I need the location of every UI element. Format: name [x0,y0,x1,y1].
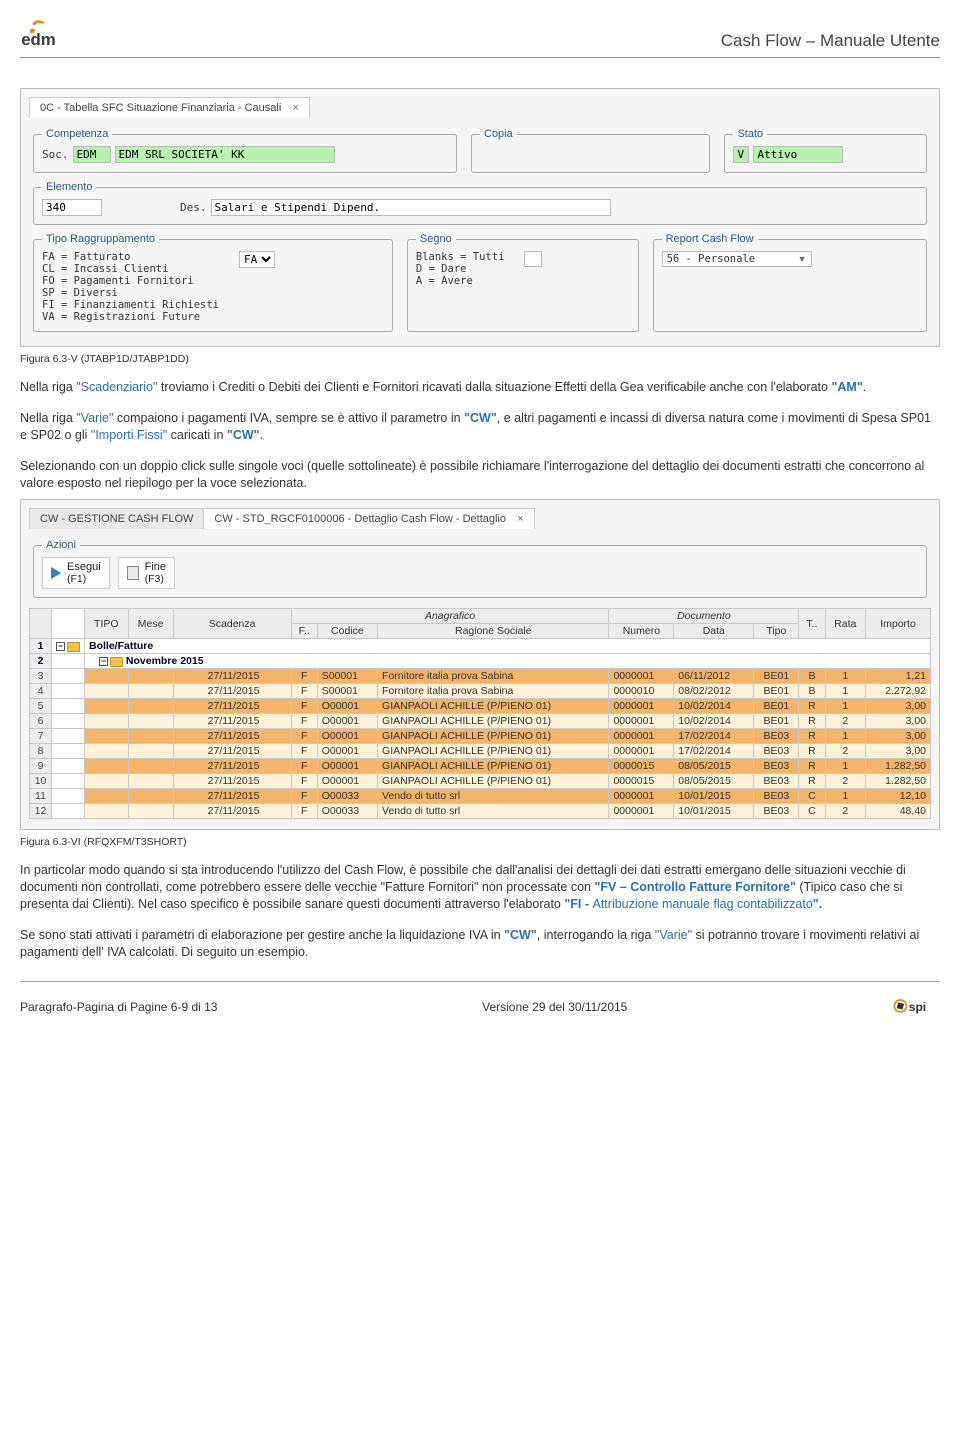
soc-label: Soc. [42,148,69,161]
table-row[interactable]: 1227/11/2015FO00033Vendo di tutto srl000… [30,804,931,819]
table-row[interactable]: 1127/11/2015FO00033Vendo di tutto srl000… [30,789,931,804]
fs-elemento-legend: Elemento [42,181,96,193]
tab-label: CW - STD_RGCF0100006 - Dettaglio Cash Fl… [214,513,506,525]
table-row[interactable]: 1 − Bolle/Fatture [30,639,931,654]
stato-desc-input[interactable] [753,146,843,163]
tipo-lines: FA = Fatturato CL = Incassi Clienti FO =… [42,251,219,323]
footer-left: Paragrafo-Pagina di Pagine 6-9 di 13 [20,1000,217,1014]
figure-caption-1: Figura 6.3-V (JTABP1D/JTABP1DD) [20,353,940,365]
folder-icon [67,642,80,652]
table-row[interactable]: 727/11/2015FO00001GIANPAOLI ACHILLE (P/P… [30,729,931,744]
paragraph-4: In particolar modo quando si sta introdu… [20,862,940,913]
soc-code-input[interactable] [73,146,111,163]
panel-sfc-causali: 0C - Tabella SFC Situazione Finanziaria … [20,88,940,347]
fine-button[interactable]: Fine (F3) [118,557,175,589]
chevron-down-icon: ▼ [798,254,807,264]
spi-logo: spi [892,992,940,1023]
stato-code-input[interactable] [733,146,749,163]
segno-input[interactable] [524,251,542,267]
panel-cashflow-detail: CW - GESTIONE CASH FLOW CW - STD_RGCF010… [20,499,940,830]
col-rags: Ragione Sociale [378,624,609,639]
col-mese: Mese [128,609,173,639]
doc-title: Cash Flow – Manuale Utente [721,31,940,51]
btn-sub: (F3) [145,573,164,585]
tab-label: 0C - Tabella SFC Situazione Finanziaria … [40,102,281,114]
detail-table: TIPO Mese Scadenza Anagrafico Documento … [29,608,931,819]
svg-text:spi: spi [909,1000,926,1014]
page-header: edm Cash Flow – Manuale Utente [20,15,940,58]
fs-segno-legend: Segno [416,233,456,245]
close-icon[interactable]: × [284,102,298,114]
col-data: Data [674,624,754,639]
col-dtipo: Tipo [754,624,799,639]
exit-icon [127,566,139,580]
table-row[interactable]: 327/11/2015FS00001Fornitore italia prova… [30,669,931,684]
paragraph-2: Nella riga "Varie" compaiono i pagamenti… [20,410,940,444]
table-row[interactable]: 427/11/2015FS00001Fornitore italia prova… [30,684,931,699]
tab-cw-main[interactable]: CW - GESTIONE CASH FLOW [29,508,204,529]
col-importo: Importo [866,609,931,639]
soc-desc-input[interactable] [115,146,335,163]
fs-competenza-legend: Competenza [42,128,112,140]
colgroup-anag: Anagrafico [291,609,609,624]
page-footer: Paragrafo-Pagina di Pagine 6-9 di 13 Ver… [20,990,940,1023]
fs-tipo-legend: Tipo Raggruppamento [42,233,159,245]
table-row[interactable]: 627/11/2015FO00001GIANPAOLI ACHILLE (P/P… [30,714,931,729]
svg-text:edm: edm [21,30,56,49]
btn-label: Fine [145,561,166,573]
btn-label: Esegui [67,561,101,573]
elemento-code-input[interactable] [42,199,102,216]
col-tipo: TIPO [85,609,129,639]
close-icon[interactable]: × [509,513,523,525]
paragraph-5: Se sono stati attivati i parametri di el… [20,927,940,961]
table-row[interactable]: 827/11/2015FO00001GIANPAOLI ACHILLE (P/P… [30,744,931,759]
edm-logo: edm [20,15,80,51]
fs-copia-legend: Copia [480,128,517,140]
table-row[interactable]: 527/11/2015FO00001GIANPAOLI ACHILLE (P/P… [30,699,931,714]
rcf-value: 56 - Personale [667,253,756,265]
elemento-des-label: Des. [180,201,207,214]
folder-icon [110,657,123,667]
elemento-des-input[interactable] [211,199,611,216]
col-numero: Numero [609,624,674,639]
figure-caption-2: Figura 6.3-VI (RFQXFM/T3SHORT) [20,836,940,848]
tab-cw-detail[interactable]: CW - STD_RGCF0100006 - Dettaglio Cash Fl… [203,508,534,529]
paragraph-3: Selezionando con un doppio click sulle s… [20,458,940,492]
col-codice: Codice [317,624,377,639]
folder-label: Bolle/Fatture [85,639,931,654]
esegui-button[interactable]: Esegui (F1) [42,557,110,589]
footer-center: Versione 29 del 30/11/2015 [482,1000,627,1014]
play-icon [51,567,61,579]
table-row[interactable]: 2 − Novembre 2015 [30,654,931,669]
table-row[interactable]: 927/11/2015FO00001GIANPAOLI ACHILLE (P/P… [30,759,931,774]
folder-label: Novembre 2015 [126,655,204,667]
col-rata: Rata [825,609,866,639]
paragraph-1: Nella riga "Scadenziario" troviamo i Cre… [20,379,940,396]
fs-stato-legend: Stato [733,128,767,140]
col-scad: Scadenza [173,609,291,639]
tipo-select[interactable]: FA [239,251,275,268]
btn-sub: (F1) [67,573,86,585]
collapse-icon[interactable]: − [99,657,108,666]
table-row[interactable]: 1027/11/2015FO00001GIANPAOLI ACHILLE (P/… [30,774,931,789]
col-t: T.. [799,609,825,639]
fs-azioni-legend: Azioni [42,539,80,551]
fs-rcf-legend: Report Cash Flow [662,233,758,245]
collapse-icon[interactable]: − [56,642,65,651]
tab-sfc[interactable]: 0C - Tabella SFC Situazione Finanziaria … [29,97,310,118]
tab-label: CW - GESTIONE CASH FLOW [40,513,193,525]
col-f: F.. [291,624,317,639]
rcf-dropdown[interactable]: 56 - Personale ▼ [662,251,812,267]
colgroup-doc: Documento [609,609,799,624]
segno-lines: Blanks = Tutti D = Dare A = Avere [416,251,505,287]
